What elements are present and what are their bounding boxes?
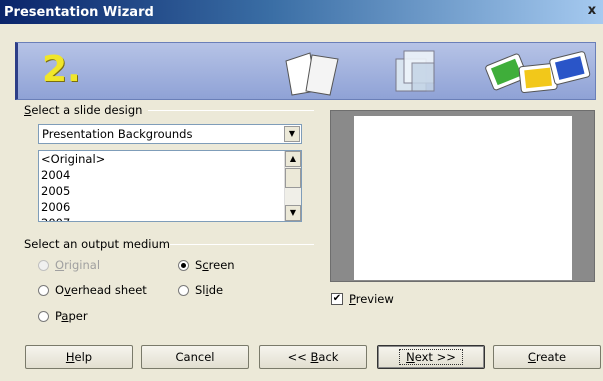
close-icon[interactable]: x [585, 3, 599, 19]
design-category-select[interactable]: Presentation Backgrounds ▼ [38, 124, 302, 144]
window-title: Presentation Wizard [4, 5, 154, 20]
chevron-down-icon[interactable]: ▼ [284, 126, 300, 142]
layered-slides-icon [395, 50, 435, 92]
design-category-value: Presentation Backgrounds [42, 127, 193, 141]
help-button[interactable]: Help [25, 345, 133, 369]
preview-checkbox-box[interactable]: ✔ [331, 293, 343, 305]
radio-paper-label: Paper [55, 309, 88, 323]
preview-slide [354, 116, 572, 280]
next-button[interactable]: Next >> [377, 345, 485, 369]
radio-original-label: Original [55, 258, 101, 272]
radio-slide-dot[interactable] [178, 284, 189, 296]
radio-overhead-sheet[interactable]: Overhead sheet [38, 282, 147, 298]
list-item[interactable]: 2004 [39, 167, 301, 183]
radio-overhead-dot[interactable] [38, 284, 49, 296]
radio-screen[interactable]: Screen [178, 257, 235, 273]
create-button[interactable]: Create [493, 345, 601, 369]
radio-slide[interactable]: Slide [178, 282, 223, 298]
cancel-button[interactable]: Cancel [141, 345, 249, 369]
radio-screen-label: Screen [195, 258, 235, 272]
list-item[interactable]: <Original> [39, 151, 301, 167]
step-number: 2. [42, 49, 81, 90]
preview-checkbox-label: Preview [349, 292, 394, 306]
radio-original[interactable]: Original [38, 257, 100, 273]
radio-overhead-label: Overhead sheet [55, 283, 147, 297]
pages-icon [285, 52, 339, 96]
radio-paper[interactable]: Paper [38, 308, 88, 324]
scroll-down-icon[interactable]: ▼ [285, 205, 301, 221]
radio-original-dot[interactable] [38, 259, 49, 271]
wizard-banner: 2. [15, 42, 596, 100]
scroll-thumb[interactable] [285, 168, 301, 188]
presentation-wizard-window: Presentation Wizard x 2. Select a slide … [0, 0, 603, 381]
title-bar: Presentation Wizard x [0, 0, 603, 24]
list-item[interactable]: 2005 [39, 183, 301, 199]
radio-screen-dot[interactable] [178, 259, 189, 271]
preview-checkbox[interactable]: ✔ Preview [331, 292, 394, 306]
slide-design-divider [148, 110, 314, 111]
design-listbox[interactable]: <Original> 2004 2005 2006 2007 ▲ ▼ [38, 150, 302, 222]
preview-panel [330, 110, 595, 282]
list-item[interactable]: 2007 [39, 215, 301, 221]
list-item[interactable]: 2006 [39, 199, 301, 215]
slide-design-label: Select a slide design [24, 103, 143, 117]
listbox-scrollbar[interactable]: ▲ ▼ [284, 151, 301, 221]
scroll-up-icon[interactable]: ▲ [285, 151, 301, 167]
radio-paper-dot[interactable] [38, 310, 49, 322]
back-button[interactable]: << Back [259, 345, 367, 369]
radio-slide-label: Slide [195, 283, 224, 297]
colored-slides-icon [485, 51, 591, 94]
output-medium-label: Select an output medium [24, 237, 170, 251]
output-medium-divider [170, 244, 314, 245]
